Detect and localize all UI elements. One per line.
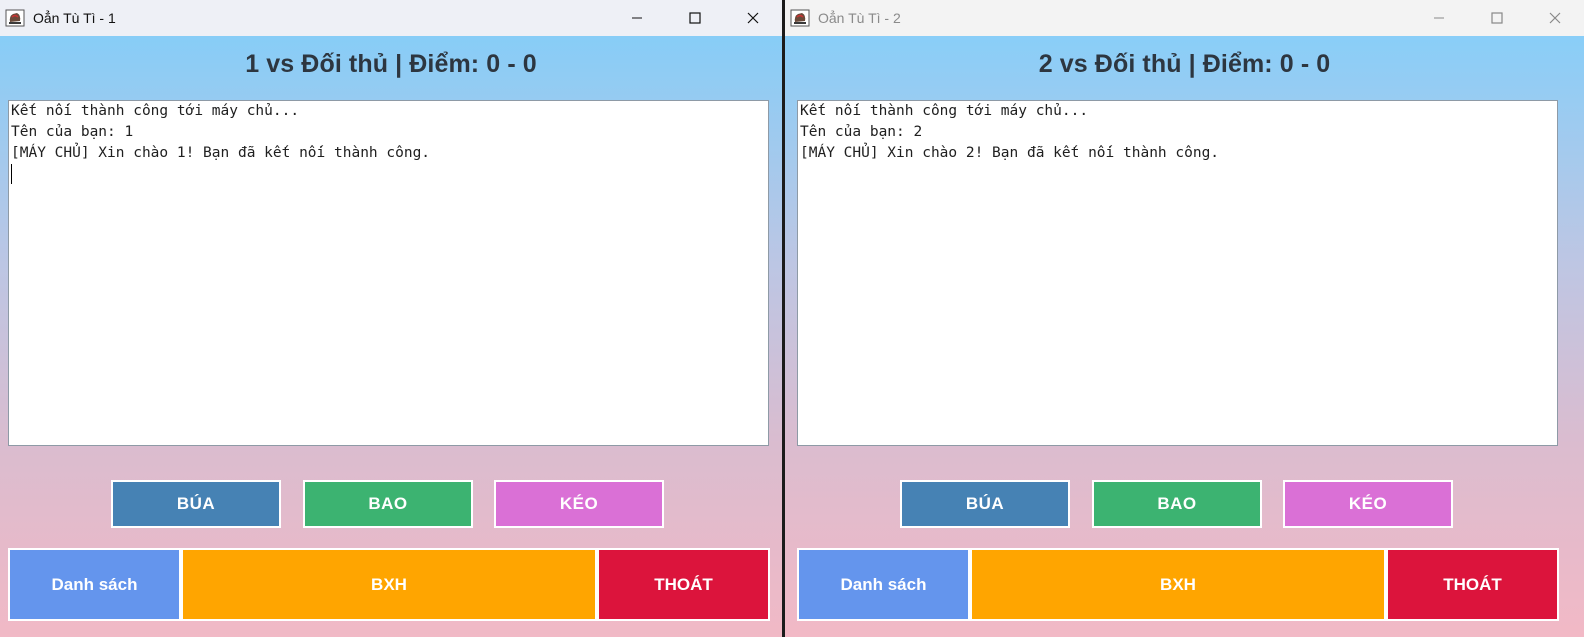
game-window-1: Oẳn Tù Tì - 1 1 vs Đối thủ | Điểm: 0 - 0 [0,0,782,637]
maximize-button[interactable] [666,0,724,36]
game-panel: 2 vs Đối thủ | Điểm: 0 - 0 Kết nối thành… [785,36,1584,637]
score-header: 2 vs Đối thủ | Điểm: 0 - 0 [1038,50,1331,78]
log-line: Kết nối thành công tới máy chủ... [11,103,300,119]
minimize-icon [1433,9,1445,28]
bxh-button[interactable]: BXH [181,548,597,621]
log-line: [MÁY CHỦ] Xin chào 1! Bạn đã kết nối thà… [11,145,431,161]
message-log[interactable]: Kết nối thành công tới máy chủ... Tên củ… [8,100,769,446]
maximize-button[interactable] [1468,0,1526,36]
log-line: Tên của bạn: 2 [800,124,923,140]
text-caret [11,164,12,184]
java-coffee-cup-icon [790,8,810,28]
bua-button[interactable]: BÚA [900,480,1070,528]
thoat-button[interactable]: THOÁT [597,548,770,621]
danh-sach-button[interactable]: Danh sách [797,548,970,621]
thoat-button[interactable]: THOÁT [1386,548,1559,621]
score-header: 1 vs Đối thủ | Điểm: 0 - 0 [245,50,537,78]
log-line: [MÁY CHỦ] Xin chào 2! Bạn đã kết nối thà… [800,145,1220,161]
title-bar[interactable]: Oẳn Tù Tì - 2 [785,0,1584,36]
game-window-2: Oẳn Tù Tì - 2 2 vs Đối thủ | Điểm: 0 - 0 [785,0,1584,637]
keo-button[interactable]: KÉO [1283,480,1453,528]
close-button[interactable] [724,0,782,36]
java-coffee-cup-icon [5,8,25,28]
window-title: Oẳn Tù Tì - 1 [33,10,116,26]
minimize-button[interactable] [608,0,666,36]
minimize-button[interactable] [1410,0,1468,36]
message-log[interactable]: Kết nối thành công tới máy chủ... Tên củ… [797,100,1558,446]
close-button[interactable] [1526,0,1584,36]
game-panel: 1 vs Đối thủ | Điểm: 0 - 0 Kết nối thành… [0,36,782,637]
close-icon [1549,9,1561,28]
window-title: Oẳn Tù Tì - 2 [818,10,901,26]
maximize-icon [1491,9,1503,28]
bao-button[interactable]: BAO [303,480,473,528]
keo-button[interactable]: KÉO [494,480,664,528]
close-icon [747,9,759,28]
bua-button[interactable]: BÚA [111,480,281,528]
bao-button[interactable]: BAO [1092,480,1262,528]
log-line: Kết nối thành công tới máy chủ... [800,103,1089,119]
title-bar[interactable]: Oẳn Tù Tì - 1 [0,0,782,36]
log-line: Tên của bạn: 1 [11,124,134,140]
bxh-button[interactable]: BXH [970,548,1386,621]
maximize-icon [689,9,701,28]
danh-sach-button[interactable]: Danh sách [8,548,181,621]
minimize-icon [631,9,643,28]
